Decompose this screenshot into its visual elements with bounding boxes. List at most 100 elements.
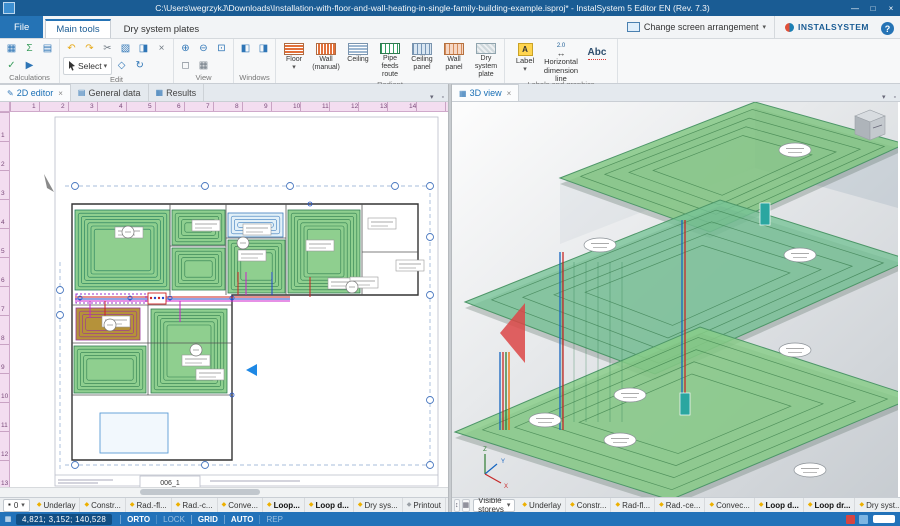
radiant-button-label: Wall panel bbox=[440, 56, 468, 72]
layer-diamond-icon: ◆ bbox=[358, 502, 363, 508]
tab-close-icon[interactable]: × bbox=[58, 89, 63, 98]
cut-icon[interactable]: ✂ bbox=[99, 40, 116, 56]
paste-icon[interactable]: ◨ bbox=[135, 40, 152, 56]
tab-main-tools[interactable]: Main tools bbox=[45, 19, 110, 38]
calc-sum-icon[interactable]: Σ bbox=[21, 40, 38, 56]
zoom-extents-icon[interactable]: ▦ bbox=[195, 57, 212, 73]
ruler-number: 9 bbox=[1, 364, 5, 371]
radiant-wall-panel-button[interactable]: Wall panel bbox=[439, 40, 469, 80]
mode-toggle-lock[interactable]: LOCK bbox=[156, 515, 191, 524]
group-caption-windows[interactable]: Windows bbox=[237, 73, 272, 83]
calc-grid-icon[interactable]: ▦ bbox=[3, 40, 20, 56]
status-red-icon[interactable] bbox=[846, 515, 855, 524]
radiant-pipe-feeds-route-button[interactable]: Pipe feeds route bbox=[375, 40, 405, 80]
layer-tab[interactable]: ◆Underlay bbox=[518, 498, 566, 512]
abc-text-button[interactable]: Abc bbox=[580, 40, 614, 80]
layer-tab[interactable]: ◆Underlay bbox=[33, 498, 81, 512]
zoom-in-icon[interactable]: ⊕ bbox=[177, 40, 194, 56]
group-caption-view[interactable]: View bbox=[177, 73, 230, 83]
layer-tab[interactable]: ◆Dry syst... bbox=[855, 498, 900, 512]
storey-up-down-icon[interactable]: ↕ bbox=[454, 499, 460, 512]
change-screen-arrangement-button[interactable]: Change screen arrangement ▾ bbox=[619, 16, 774, 38]
window-layout-b-icon[interactable]: ◨ bbox=[255, 40, 272, 56]
tab-close-icon[interactable]: × bbox=[507, 89, 512, 98]
layer-tab[interactable]: ◆Rad-fl... bbox=[611, 498, 655, 512]
radiant-ceiling-panel-button[interactable]: Ceiling panel bbox=[407, 40, 437, 80]
calc-list-icon[interactable]: ▤ bbox=[39, 40, 56, 56]
pan-icon[interactable]: ◻ bbox=[177, 57, 194, 73]
minimize-button[interactable]: — bbox=[846, 0, 864, 16]
mode-toggle-orto[interactable]: ORTO bbox=[120, 515, 156, 524]
layer-tab[interactable]: ◆Rad.-ce... bbox=[655, 498, 705, 512]
layer-tab[interactable]: ◆Rad.-c... bbox=[172, 498, 218, 512]
status-blue-icon[interactable] bbox=[859, 515, 868, 524]
copy-icon[interactable]: ▧ bbox=[117, 40, 134, 56]
group-caption-calculations[interactable]: Calculations bbox=[3, 73, 56, 83]
tab-general-data[interactable]: ▤ General data bbox=[71, 84, 149, 101]
select-tool-button[interactable]: Select ▾ bbox=[63, 57, 112, 75]
layer-tab[interactable]: ◆Constr... bbox=[80, 498, 125, 512]
tab-results[interactable]: ▦ Results bbox=[149, 84, 205, 101]
visible-storeys-dropdown[interactable]: Visible storeys ▾ bbox=[473, 499, 515, 512]
layer-tab[interactable]: ◆Rad.-fl... bbox=[126, 498, 172, 512]
horizontal-dimension-line-button[interactable]: 2.0 ↔ Horizontal dimension line bbox=[544, 40, 578, 80]
layer-selector-dropdown[interactable]: ▪ 0 ▾ bbox=[3, 499, 30, 512]
3d-viewport[interactable]: Z Y X bbox=[452, 102, 898, 501]
radiant-wall-manual--button[interactable]: Wall (manual) bbox=[311, 40, 341, 80]
help-button[interactable]: ? bbox=[881, 22, 894, 35]
zoom-out-icon[interactable]: ⊖ bbox=[195, 40, 212, 56]
zoom-window-icon[interactable]: ⊡ bbox=[213, 40, 230, 56]
2d-editor-area: 1234567891011121314 12345678910111213 bbox=[0, 102, 448, 487]
calc-run-icon[interactable]: ▶ bbox=[21, 57, 38, 73]
radiant-dry-system-plate-button[interactable]: Dry system plate bbox=[471, 40, 501, 80]
manifold[interactable] bbox=[148, 293, 166, 304]
mode-toggle-rep[interactable]: REP bbox=[259, 515, 288, 524]
radiant-button-label: Dry system plate bbox=[472, 55, 500, 79]
label-button[interactable]: A Label ▾ bbox=[508, 40, 542, 80]
delete-icon[interactable]: × bbox=[153, 40, 170, 56]
mode-toggle-grid[interactable]: GRID bbox=[191, 515, 224, 524]
layer-tab[interactable]: ◆Loop dr... bbox=[804, 498, 856, 512]
tab-3d-view[interactable]: ▦ 3D view × bbox=[452, 84, 519, 101]
tab-pin-icon[interactable]: ▫ bbox=[890, 94, 900, 101]
rotate-icon[interactable]: ↻ bbox=[131, 57, 148, 73]
abc-icon: Abc bbox=[588, 47, 607, 60]
tab-2d-editor[interactable]: ✎ 2D editor × bbox=[0, 84, 71, 101]
radiant-ceiling-button[interactable]: Ceiling bbox=[343, 40, 373, 80]
floor-plan-canvas[interactable]: 006_1 bbox=[10, 112, 448, 492]
layer-tab[interactable]: ◆Constr... bbox=[566, 498, 611, 512]
tab-pin-icon[interactable]: ▫ bbox=[438, 94, 448, 101]
axis-y-label: Y bbox=[501, 459, 505, 465]
layer-tab[interactable]: ◆Loop d... bbox=[755, 498, 804, 512]
tab-dry-system-plates[interactable]: Dry system plates bbox=[113, 20, 211, 38]
tab-list-chevron-icon[interactable]: ▾ bbox=[426, 93, 438, 101]
radiant-icon bbox=[348, 43, 368, 55]
scrollbar-thumb[interactable] bbox=[140, 489, 260, 495]
navigation-cube[interactable] bbox=[855, 110, 885, 140]
status-info-icon[interactable]: ▦ bbox=[3, 514, 13, 524]
vertical-ruler: 12345678910111213 bbox=[0, 112, 10, 487]
layer-tab[interactable]: ◆Conve... bbox=[218, 498, 263, 512]
horizontal-scrollbar[interactable] bbox=[0, 487, 448, 497]
layer-tab[interactable]: ◆Loop... bbox=[263, 498, 305, 512]
radiant-button-label: Floor bbox=[286, 56, 302, 64]
maximize-button[interactable]: □ bbox=[864, 0, 882, 16]
layer-tab[interactable]: ◆Convec... bbox=[705, 498, 754, 512]
zoom-level-box[interactable] bbox=[873, 515, 895, 523]
mode-toggle-auto[interactable]: AUTO bbox=[224, 515, 260, 524]
storey-grid-icon[interactable]: ▦ bbox=[462, 499, 471, 512]
ruler-number: 3 bbox=[90, 103, 94, 110]
close-button[interactable]: × bbox=[882, 0, 900, 16]
window-layout-a-icon[interactable]: ◧ bbox=[237, 40, 254, 56]
radiant-floor-button[interactable]: Floor▾ bbox=[279, 40, 309, 80]
layer-tab[interactable]: ◆Printout bbox=[403, 498, 446, 512]
layer-tab[interactable]: ◆Dry sys... bbox=[354, 498, 403, 512]
tab-list-chevron-icon[interactable]: ▾ bbox=[878, 93, 890, 101]
layer-tab[interactable]: ◆Loop d... bbox=[305, 498, 354, 512]
right-layer-bar: ↕ ▦ Visible storeys ▾ ◆Underlay◆Constr..… bbox=[452, 497, 900, 512]
undo-icon[interactable]: ↶ bbox=[63, 40, 80, 56]
move-icon[interactable]: ◇ bbox=[113, 57, 130, 73]
calc-check-icon[interactable]: ✓ bbox=[3, 57, 20, 73]
file-menu-button[interactable]: File bbox=[0, 16, 43, 38]
redo-icon[interactable]: ↷ bbox=[81, 40, 98, 56]
